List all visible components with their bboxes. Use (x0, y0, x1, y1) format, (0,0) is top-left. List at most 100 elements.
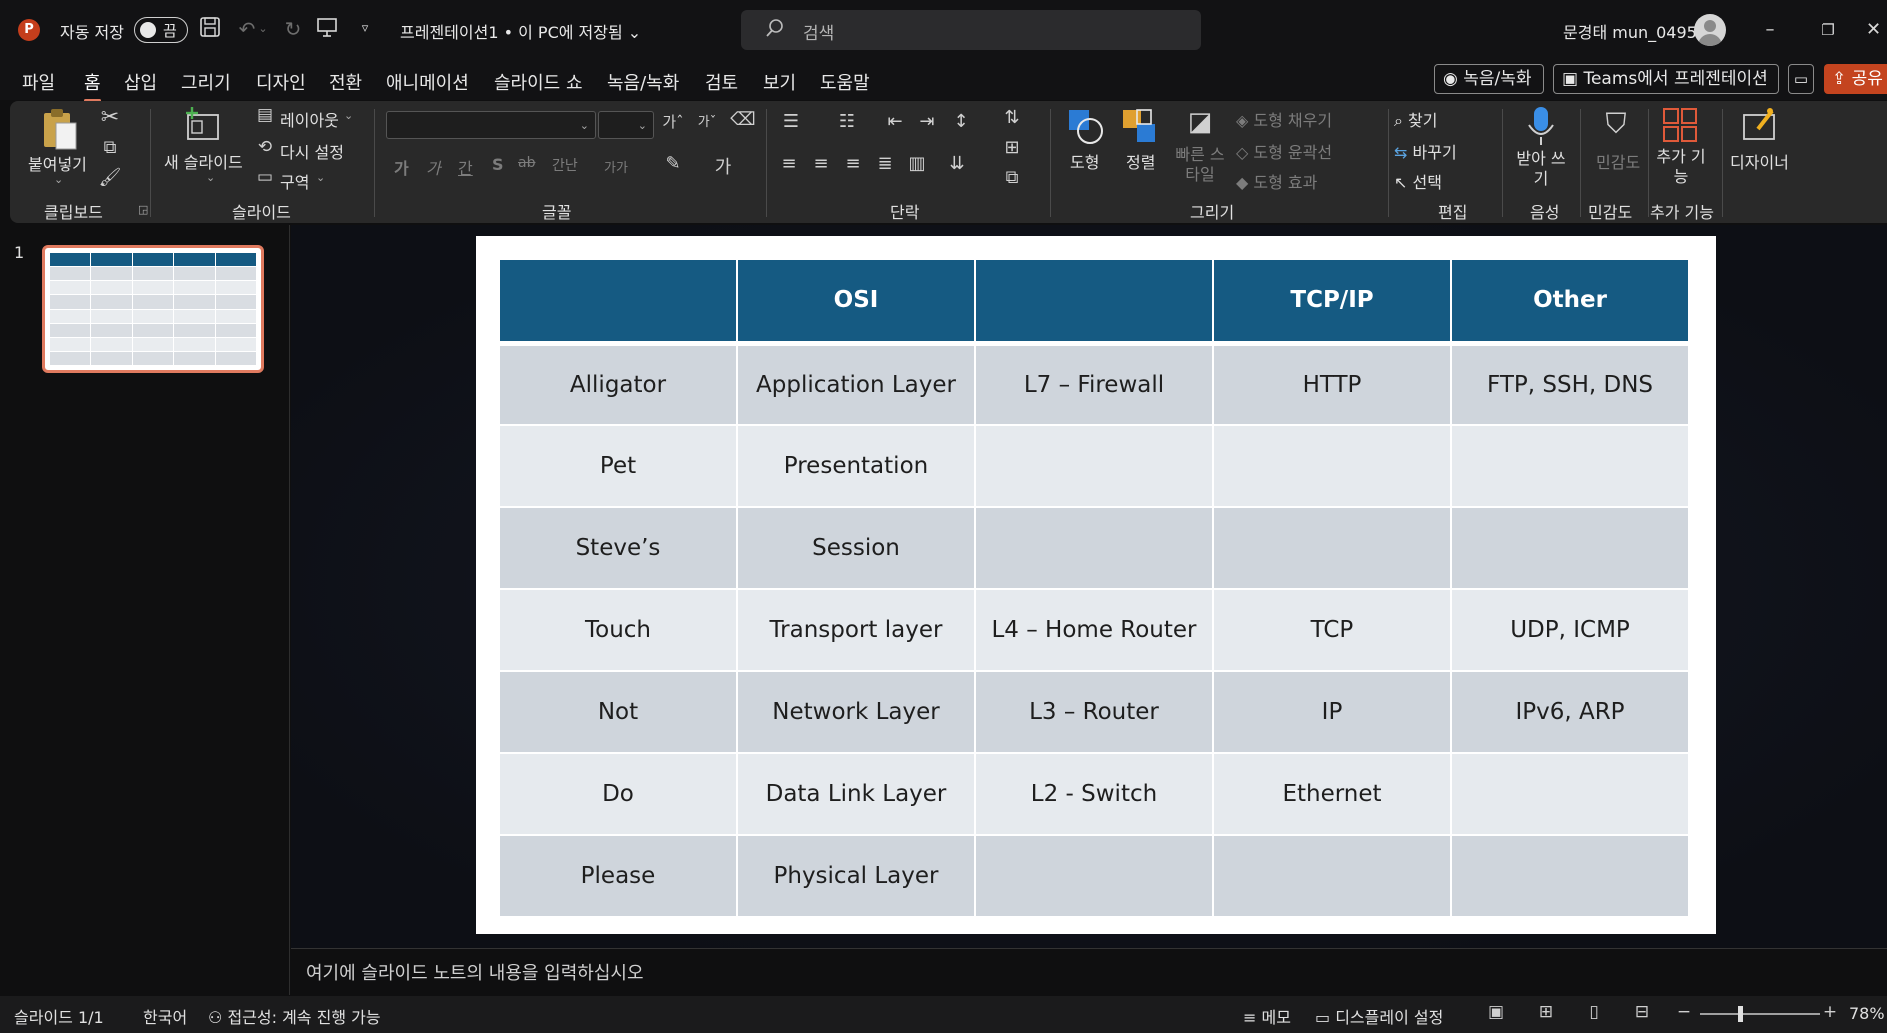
paste-icon[interactable] (40, 107, 80, 155)
tab-transitions[interactable]: 전환 (329, 69, 362, 95)
table-cell[interactable]: UDP, ICMP (1450, 588, 1690, 672)
align-left-icon[interactable]: ≡ (776, 153, 802, 174)
reset-icon[interactable]: ⟲ (254, 137, 276, 157)
shadow-button[interactable]: S (492, 155, 504, 174)
clipboard-launcher-icon[interactable]: ◲ (138, 203, 148, 216)
table-header-cell[interactable]: OSI (736, 258, 976, 346)
slide-thumbnail[interactable] (42, 245, 264, 373)
section-icon[interactable]: ▭ (254, 167, 276, 187)
quick-styles-button[interactable]: 빠른 스타일 (1170, 145, 1230, 185)
save-icon[interactable] (197, 16, 223, 42)
section-button[interactable]: 구역 (280, 169, 309, 193)
align-center-icon[interactable]: ≡ (808, 153, 834, 174)
reading-view-icon[interactable]: ▯ (1582, 1002, 1606, 1026)
arrange-button[interactable]: 정렬 (1126, 149, 1155, 173)
highlight-icon[interactable]: ✎ (660, 153, 686, 174)
osi-table[interactable]: OSI TCP/IP Other Alligator Application La… (498, 258, 1690, 918)
shapes-button[interactable]: 도형 (1070, 149, 1099, 173)
table-cell[interactable]: Pet (498, 424, 738, 508)
table-cell[interactable] (1450, 752, 1690, 836)
increase-indent-icon[interactable]: ⇥ (914, 111, 940, 132)
bullets-icon[interactable]: ☰ (776, 111, 806, 132)
copy-icon[interactable]: ⧉ (98, 137, 122, 158)
document-title[interactable]: 프레젠테이션1 • 이 PC에 저장됨 ⌄ (400, 19, 641, 43)
quick-styles-icon[interactable]: ◪ (1180, 107, 1220, 137)
table-cell[interactable] (974, 506, 1214, 590)
autosave-toggle[interactable]: 끔 (134, 17, 188, 43)
redo-icon[interactable]: ↻ (280, 16, 306, 42)
clear-format-icon[interactable]: ⌫ (730, 109, 756, 130)
table-cell[interactable]: L2 - Switch (974, 752, 1214, 836)
font-family-dropdown[interactable]: ⌄ (386, 111, 596, 139)
table-cell[interactable]: Network Layer (736, 670, 976, 754)
table-cell[interactable]: Touch (498, 588, 738, 672)
line-spacing-icon[interactable]: ↕ (946, 111, 976, 132)
tab-recording[interactable]: 녹음/녹화 (607, 69, 679, 95)
undo-dropdown-icon[interactable]: ⌄ (256, 16, 270, 42)
strikethrough-button[interactable]: ab (518, 155, 535, 171)
notes-pane[interactable]: 여기에 슬라이드 노트의 내용을 입력하십시오 (291, 948, 1887, 996)
zoom-in-icon[interactable]: + (1818, 1002, 1842, 1026)
tab-view[interactable]: 보기 (763, 69, 796, 95)
new-slide-dropdown-icon[interactable]: ⌄ (206, 171, 215, 184)
table-cell[interactable]: Do (498, 752, 738, 836)
table-cell[interactable] (1212, 834, 1452, 918)
shape-outline-button[interactable]: ◇ 도형 윤곽선 (1236, 139, 1332, 163)
user-name[interactable]: 문경태 mun_0495 (1563, 19, 1697, 43)
reset-button[interactable]: 다시 설정 (280, 139, 344, 163)
tab-home[interactable]: 홈 (84, 69, 101, 102)
search-box[interactable]: 검색 (741, 10, 1201, 50)
format-painter-icon[interactable]: 🖌 (98, 167, 122, 188)
table-cell[interactable]: Ethernet (1212, 752, 1452, 836)
avatar[interactable] (1694, 14, 1726, 46)
table-cell[interactable]: IPv6, ARP (1450, 670, 1690, 754)
microphone-icon[interactable] (1524, 105, 1558, 149)
slide[interactable]: OSI TCP/IP Other Alligator Application La… (476, 236, 1716, 934)
tab-help[interactable]: 도움말 (820, 69, 870, 95)
tab-animations[interactable]: 애니메이션 (386, 69, 469, 95)
sensitivity-icon[interactable]: ⛉ (1596, 107, 1636, 141)
section-dropdown-icon[interactable]: ⌄ (316, 171, 325, 184)
accessibility-status[interactable]: ⚇ 접근성: 계속 진행 가능 (208, 1004, 381, 1028)
layout-icon[interactable]: ▤ (254, 105, 276, 125)
record-button[interactable]: ◉ 녹음/녹화 (1434, 64, 1544, 94)
grow-font-icon[interactable]: 가ˆ (660, 111, 686, 132)
char-spacing-button[interactable]: 간난 (552, 155, 578, 175)
tab-review[interactable]: 검토 (705, 69, 738, 95)
table-cell[interactable]: TCP (1212, 588, 1452, 672)
shape-fill-button[interactable]: ◈ 도형 채우기 (1236, 107, 1332, 131)
table-cell[interactable] (1212, 506, 1452, 590)
close-icon[interactable]: ✕ (1860, 14, 1887, 46)
font-color-icon[interactable]: 가 (710, 153, 736, 179)
decrease-indent-icon[interactable]: ⇤ (882, 111, 908, 132)
table-cell[interactable]: Please (498, 834, 738, 918)
table-cell[interactable]: L3 – Router (974, 670, 1214, 754)
table-header-cell[interactable]: Other (1450, 258, 1690, 346)
display-settings[interactable]: ▭ 디스플레이 설정 (1315, 1004, 1443, 1028)
teams-present-button[interactable]: ▣ Teams에서 프레젠테이션 (1553, 64, 1779, 94)
language-indicator[interactable]: 한국어 (143, 1004, 187, 1028)
slide-counter[interactable]: 슬라이드 1/1 (14, 1004, 104, 1028)
table-cell[interactable]: Steve’s (498, 506, 738, 590)
tab-slideshow[interactable]: 슬라이드 쇼 (494, 69, 583, 95)
text-direction-icon[interactable]: ⇊ (942, 153, 972, 174)
layout-button[interactable]: 레이아웃 (280, 107, 339, 131)
addins-button[interactable]: 추가 기능 (1656, 147, 1706, 187)
share-button[interactable]: ⇪ 공유 (1824, 64, 1887, 94)
customize-icon[interactable]: ▿ (352, 16, 378, 42)
paste-label[interactable]: 붙여넣기 (28, 151, 87, 175)
table-cell[interactable]: FTP, SSH, DNS (1450, 342, 1690, 426)
shape-effects-button[interactable]: ◆ 도형 효과 (1236, 169, 1317, 193)
table-cell[interactable]: Physical Layer (736, 834, 976, 918)
select-button[interactable]: ↖ 선택 (1394, 169, 1442, 193)
dictate-button[interactable]: 받아 쓰기 (1516, 149, 1566, 189)
layout-dropdown-icon[interactable]: ⌄ (344, 109, 353, 122)
table-cell[interactable]: Not (498, 670, 738, 754)
table-cell[interactable]: HTTP (1212, 342, 1452, 426)
normal-view-icon[interactable]: ▣ (1484, 1002, 1508, 1026)
table-header-cell[interactable] (974, 258, 1214, 346)
arrange-icon[interactable] (1120, 107, 1160, 147)
table-cell[interactable]: Application Layer (736, 342, 976, 426)
zoom-slider-thumb[interactable] (1738, 1006, 1743, 1022)
slideshow-view-icon[interactable]: ⊟ (1630, 1002, 1654, 1026)
